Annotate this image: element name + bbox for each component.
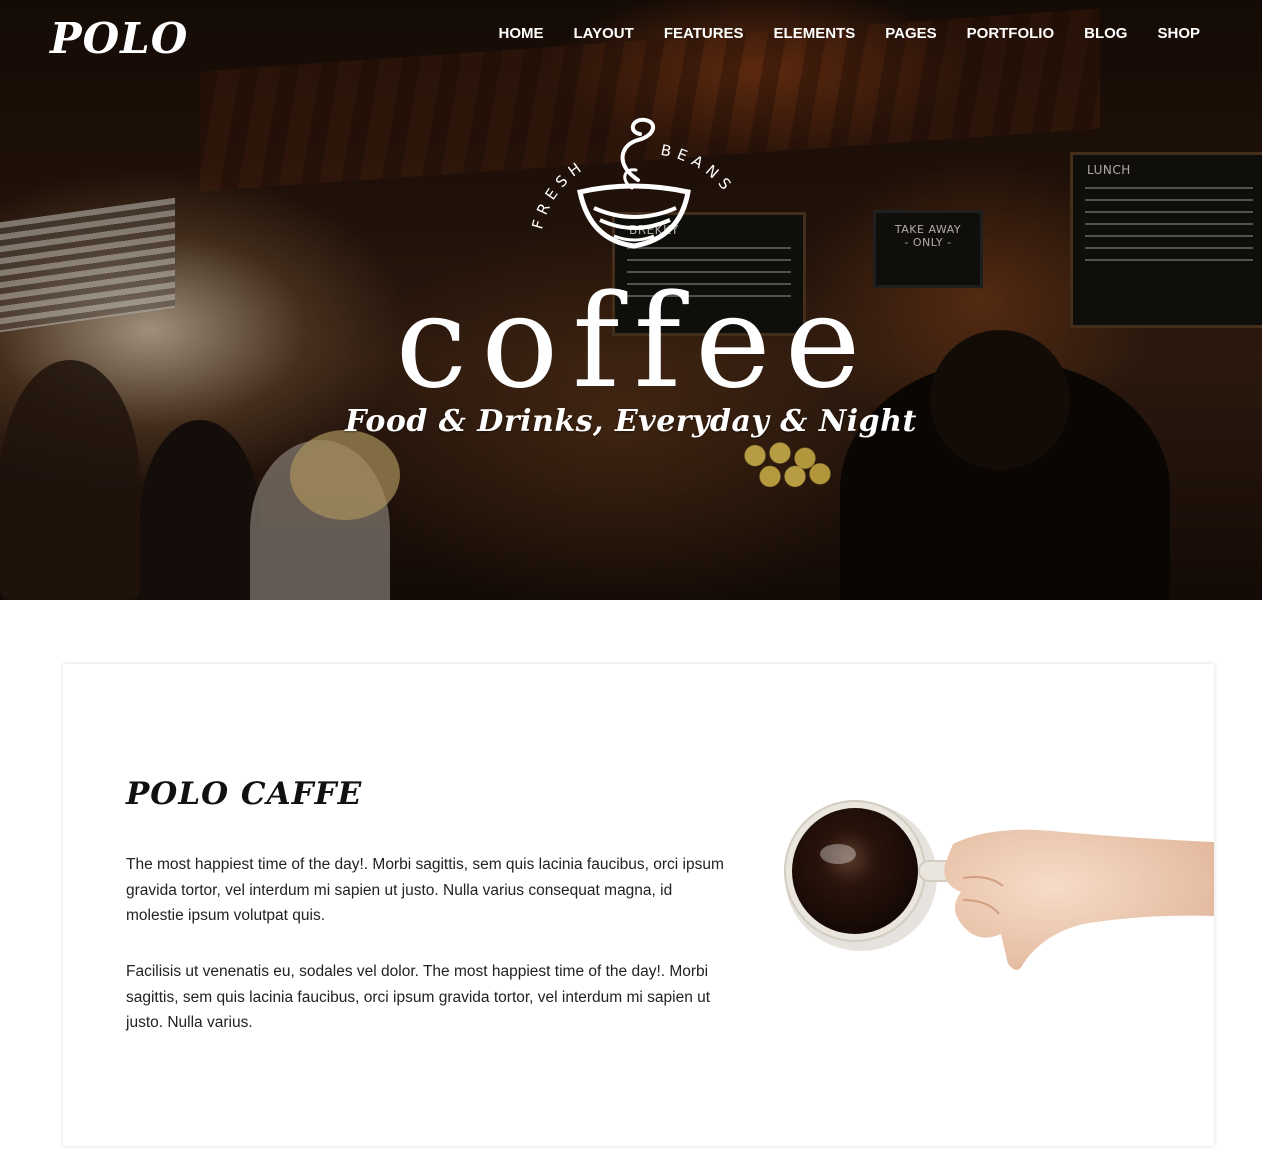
about-card: POLO CAFFE The most happiest time of the… (63, 664, 1214, 1146)
hero-title: coffee (395, 268, 875, 417)
about-title: POLO CAFFE (126, 776, 363, 812)
site-logo[interactable]: POLO (50, 14, 188, 63)
coffee-cup-photo (763, 664, 1214, 1146)
hero-section: BREKKY TAKE AWAY - ONLY - LUNCH FRESH BE… (0, 0, 1262, 600)
hero-tagline: Food & Drinks, Everyday & Night (345, 404, 917, 439)
nav-pages[interactable]: PAGES (855, 24, 936, 44)
coffee-cup-emblem-icon: FRESH BEANS (528, 117, 732, 249)
nav-features[interactable]: FEATURES (634, 24, 744, 44)
nav-home[interactable]: HOME (469, 24, 544, 44)
nav-elements[interactable]: ELEMENTS (744, 24, 856, 44)
main-nav: HOME LAYOUT FEATURES ELEMENTS PAGES PORT… (469, 24, 1200, 44)
nav-portfolio[interactable]: PORTFOLIO (937, 24, 1055, 44)
nav-shop[interactable]: SHOP (1127, 24, 1200, 44)
about-paragraph-1: The most happiest time of the day!. Morb… (126, 856, 724, 924)
nav-layout[interactable]: LAYOUT (544, 24, 634, 44)
nav-blog[interactable]: BLOG (1054, 24, 1127, 44)
about-paragraph-2: Facilisis ut venenatis eu, sodales vel d… (126, 963, 711, 1031)
